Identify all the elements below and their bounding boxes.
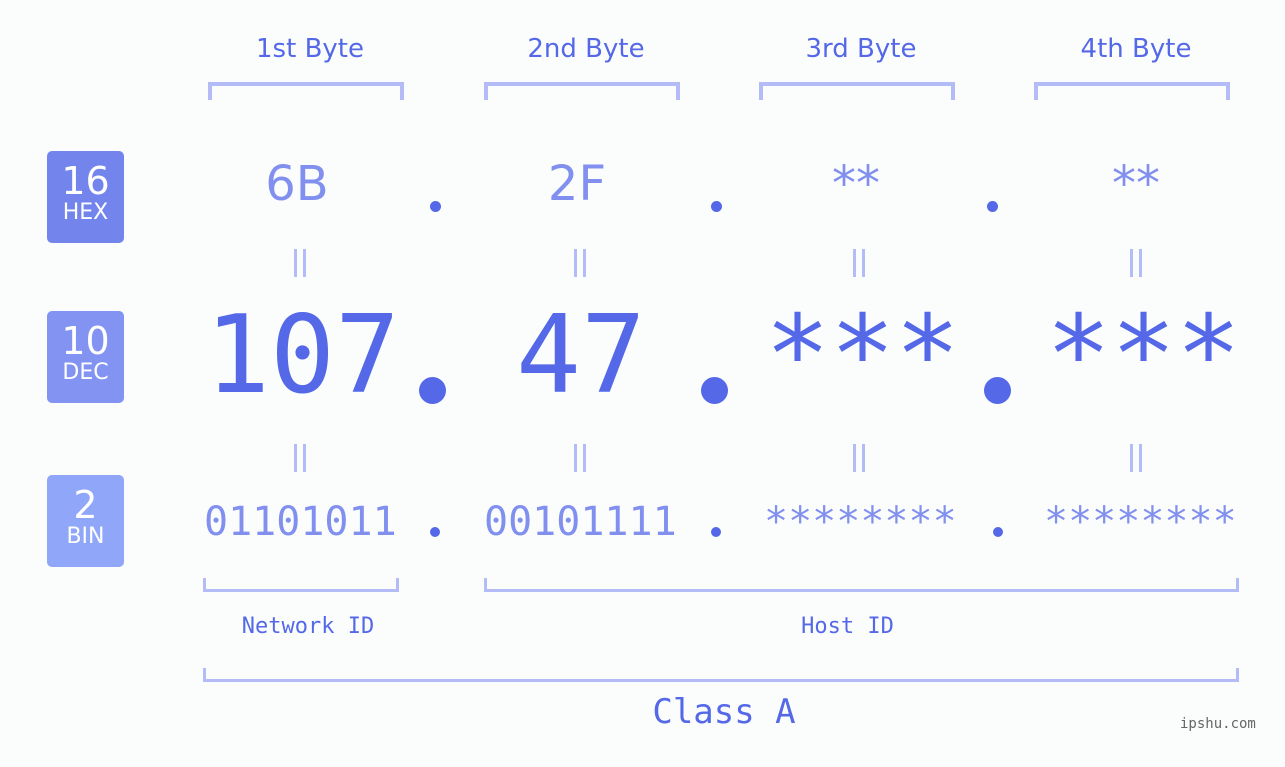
dec-badge-label: DEC [62,360,109,385]
dec-byte-1: 107 [205,293,401,418]
hex-byte-2: 2F [547,156,607,212]
host-id-label: Host ID [801,614,894,639]
bin-badge-label: BIN [66,524,105,549]
bin-byte-4: ******** [1044,499,1237,545]
byte-bracket-2 [484,82,680,100]
dec-byte-3: *** [765,293,961,418]
host-id-bracket [484,578,1239,592]
byte-header-1: 1st Byte [256,34,364,64]
equals-sign [1121,246,1151,286]
hex-dot-1 [430,201,441,212]
equals-sign [285,246,315,286]
equals-sign [285,441,315,481]
equals-sign [844,246,874,286]
byte-header-2: 2nd Byte [527,34,645,64]
equals-sign [565,441,595,481]
dec-dot-3 [984,377,1011,404]
byte-header-3: 3rd Byte [805,34,917,64]
byte-bracket-1 [208,82,404,100]
class-label: Class A [652,692,796,732]
hex-dot-2 [711,201,722,212]
equals-sign [1121,441,1151,481]
dec-dot-2 [701,377,728,404]
bin-dot-2 [711,527,721,537]
hex-byte-3: ** [832,156,880,212]
network-id-bracket [203,578,399,592]
bin-dot-1 [430,527,440,537]
bin-dot-3 [993,527,1003,537]
equals-sign [844,441,874,481]
watermark: ipshu.com [1180,716,1256,732]
bin-badge-base: 2 [73,483,98,527]
class-bracket [203,668,1239,682]
hex-byte-4: ** [1112,156,1160,212]
dec-badge-base: 10 [61,319,110,363]
hex-byte-1: 6B [265,156,329,212]
bin-badge: 2 BIN [47,475,124,567]
dec-byte-4: *** [1046,293,1242,418]
network-id-label: Network ID [241,614,375,639]
byte-header-4: 4th Byte [1080,34,1192,64]
dec-dot-1 [419,377,446,404]
byte-bracket-3 [759,82,955,100]
bin-byte-1: 01101011 [204,499,397,545]
hex-dot-3 [987,201,998,212]
byte-bracket-4 [1034,82,1230,100]
bin-byte-2: 00101111 [484,499,677,545]
bin-byte-3: ******** [764,499,957,545]
hex-badge-base: 16 [61,159,110,203]
dec-badge: 10 DEC [47,311,124,403]
hex-badge-label: HEX [62,200,109,225]
equals-sign [565,246,595,286]
dec-byte-2: 47 [516,293,647,418]
hex-badge: 16 HEX [47,151,124,243]
